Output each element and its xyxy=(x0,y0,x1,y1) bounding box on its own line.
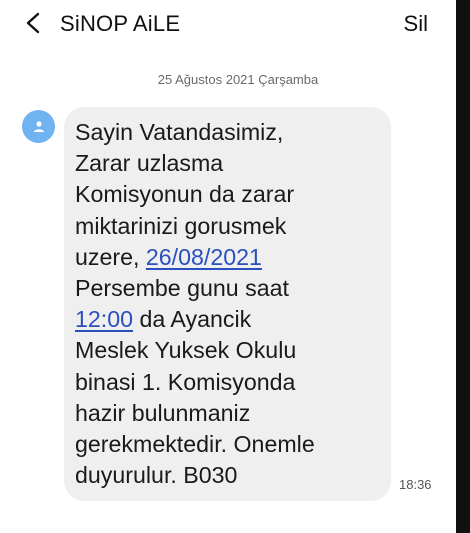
time-link[interactable]: 12:00 xyxy=(75,306,133,332)
delete-button[interactable]: Sil xyxy=(404,11,428,37)
message-text: da Ayancik xyxy=(133,306,252,333)
avatar[interactable] xyxy=(22,110,55,143)
message-line: uzere, 26/08/2021 xyxy=(75,242,375,273)
date-separator: 25 Ağustos 2021 Çarşamba xyxy=(157,72,319,87)
date-link[interactable]: 26/08/2021 xyxy=(146,244,262,270)
message-line: Komisyonun da zarar xyxy=(75,181,295,208)
message-text: uzere, xyxy=(75,243,146,270)
message-line: gerekmektedir. Onemle xyxy=(75,431,315,458)
message-line: Sayin Vatandasimiz, xyxy=(75,119,284,145)
message-line: Meslek Yuksek Okulu xyxy=(75,337,297,364)
message-screen: SiNOP AiLE Sil 25 Ağustos 2021 Çarşamba … xyxy=(0,0,456,533)
message-line: Zarar uzlasma xyxy=(75,150,224,177)
message-line: 12:00 da Ayancik xyxy=(75,304,375,335)
chevron-left-icon xyxy=(26,12,40,34)
header-bar: SiNOP AiLE Sil xyxy=(0,0,456,48)
conversation-title: SiNOP AiLE xyxy=(60,11,181,36)
message-line: miktarinizi gorusmek xyxy=(75,212,287,239)
screen-edge xyxy=(456,0,470,533)
message-line: Persembe gunu saat xyxy=(75,275,289,302)
message-line: duyurulur. B030 xyxy=(75,462,238,489)
message-timestamp: 18:36 xyxy=(399,477,432,492)
back-button[interactable] xyxy=(22,9,48,39)
person-icon xyxy=(33,120,44,132)
message-bubble[interactable]: Sayin Vatandasimiz, Zarar uzlasma Komisy… xyxy=(64,107,391,502)
message-line: hazir bulunmaniz xyxy=(75,399,251,426)
message-line: binasi 1. Komisyonda xyxy=(75,368,296,395)
